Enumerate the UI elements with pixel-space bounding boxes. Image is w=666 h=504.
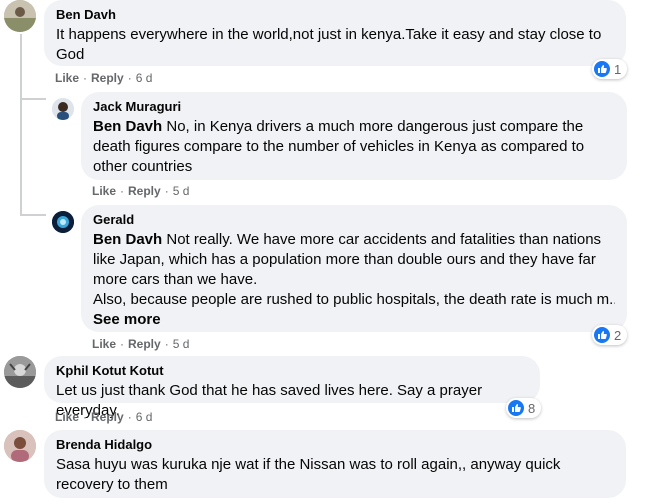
like-button[interactable]: Like xyxy=(92,337,116,351)
reaction-count[interactable]: 1 xyxy=(592,59,628,79)
comment-text: Ben Davh Not really. We have more car ac… xyxy=(93,230,615,290)
comment-time[interactable]: 5 d xyxy=(173,184,190,198)
comment-author[interactable]: Brenda Hidalgo xyxy=(56,436,614,453)
like-button[interactable]: Like xyxy=(55,410,79,424)
thread-line-vertical xyxy=(20,34,22,216)
comment-bubble: Brenda Hidalgo Sasa huyu was kuruka nje … xyxy=(44,430,626,498)
like-button[interactable]: Like xyxy=(55,71,79,85)
avatar[interactable] xyxy=(4,0,36,32)
reaction-count[interactable]: 2 xyxy=(592,325,628,345)
reply-button[interactable]: Reply xyxy=(91,71,124,85)
avatar[interactable] xyxy=(52,211,74,233)
comment-actions: Like · Reply · 6 d xyxy=(55,410,153,424)
reaction-number: 2 xyxy=(614,327,622,343)
avatar[interactable] xyxy=(4,430,36,462)
see-more-link[interactable]: See more xyxy=(93,310,615,330)
comment-bubble: Gerald Ben Davh Not really. We have more… xyxy=(81,205,627,332)
comment-body: No, in Kenya drivers a much more dangero… xyxy=(93,118,585,175)
comment-author[interactable]: Ben Davh xyxy=(56,6,614,23)
avatar[interactable] xyxy=(4,356,36,388)
comment-time[interactable]: 6 d xyxy=(136,410,153,424)
comment-author[interactable]: Jack Muraguri xyxy=(93,98,615,115)
comment-actions: Like · Reply · 6 d xyxy=(55,71,153,85)
comment-text: Ben Davh No, in Kenya drivers a much mor… xyxy=(93,117,615,177)
thread-line-branch xyxy=(20,98,46,100)
like-reaction-icon xyxy=(594,327,610,343)
avatar[interactable] xyxy=(52,98,74,120)
comment-text: It happens everywhere in the world,not j… xyxy=(56,26,602,63)
comment-text-continued: Also, because people are rushed to publi… xyxy=(93,291,615,308)
mention-link[interactable]: Ben Davh xyxy=(93,118,162,135)
comment-time[interactable]: 5 d xyxy=(173,337,190,351)
comment-actions: Like · Reply · 5 d xyxy=(92,184,190,198)
reaction-number: 1 xyxy=(614,61,622,77)
reply-button[interactable]: Reply xyxy=(128,184,161,198)
comment-actions: Like · Reply · 5 d xyxy=(92,337,190,351)
comment-text: Sasa huyu was kuruka nje wat if the Niss… xyxy=(56,456,561,493)
comment-author[interactable]: Gerald xyxy=(93,211,615,228)
like-button[interactable]: Like xyxy=(92,184,116,198)
reply-button[interactable]: Reply xyxy=(128,337,161,351)
comment-bubble: Jack Muraguri Ben Davh No, in Kenya driv… xyxy=(81,92,627,180)
comment-bubble: Ben Davh It happens everywhere in the wo… xyxy=(44,0,626,66)
comment-bubble: Kphil Kotut Kotut Let us just thank God … xyxy=(44,356,540,419)
mention-link[interactable]: Ben Davh xyxy=(93,231,162,248)
like-reaction-icon xyxy=(508,400,524,416)
thread-line-branch xyxy=(20,214,46,216)
like-reaction-icon xyxy=(594,61,610,77)
reply-button[interactable]: Reply xyxy=(91,410,124,424)
reaction-number: 8 xyxy=(528,400,536,416)
reaction-count[interactable]: 8 xyxy=(506,398,542,418)
comment-body: Not really. We have more car accidents a… xyxy=(93,231,602,288)
comment-author[interactable]: Kphil Kotut Kotut xyxy=(56,362,528,379)
comment-time[interactable]: 6 d xyxy=(136,71,153,85)
